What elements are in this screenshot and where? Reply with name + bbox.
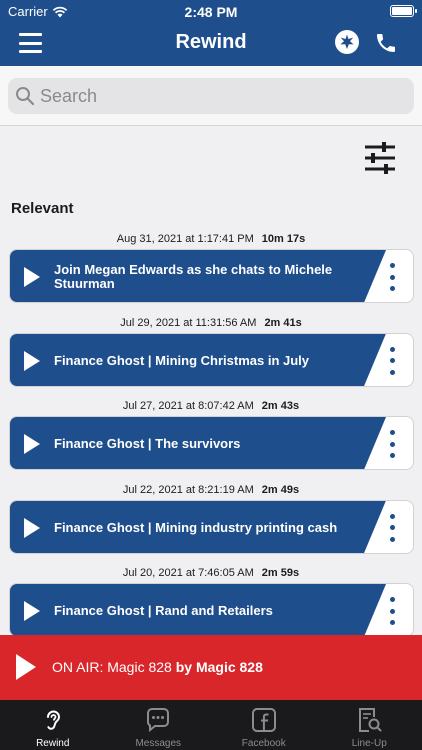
more-options-icon[interactable] — [380, 346, 404, 375]
status-bar: Carrier 2:48 PM — [0, 0, 422, 24]
episode-card[interactable]: Finance Ghost | Mining Christmas in July — [9, 332, 414, 387]
search-icon — [16, 87, 35, 106]
more-options-icon[interactable] — [380, 263, 404, 291]
filter-sliders-icon[interactable] — [362, 140, 398, 176]
item-date: Jul 27, 2021 at 8:07:42 AM — [122, 400, 254, 412]
battery-icon — [390, 5, 417, 17]
item-date: Jul 29, 2021 at 11:31:56 AM — [120, 316, 257, 329]
item-duration: 10m 17s — [261, 233, 306, 245]
item-meta: Jul 22, 2021 at 8:21:19 AM 2m 49s — [0, 484, 422, 496]
item-date: Aug 31, 2021 at 1:17:41 PM — [116, 233, 254, 245]
tab-facebook[interactable]: Facebook — [211, 700, 317, 750]
facebook-icon — [251, 708, 276, 732]
chat-bubble-icon — [147, 708, 170, 733]
list-item: Jul 20, 2021 at 7:46:05 AM 2m 59s Finance… — [0, 560, 422, 644]
more-options-icon[interactable] — [380, 597, 404, 625]
on-air-by: by Magic 828 — [175, 659, 263, 675]
star-badge-icon[interactable] — [335, 30, 359, 54]
episode-title: Join Megan Edwards as she chats to Miche… — [54, 262, 333, 291]
episode-card[interactable]: Join Megan Edwards as she chats to Miche… — [9, 249, 414, 303]
item-duration: 2m 43s — [261, 400, 300, 412]
on-air-text: ON AIR: Magic 828 by Magic 828 — [52, 659, 263, 675]
episode-card[interactable]: Finance Ghost | Rand and Retailers — [9, 583, 414, 637]
tab-bar: Rewind Messages Facebook Line-Up — [0, 700, 422, 750]
list-item: Jul 27, 2021 at 8:07:42 AM 2m 43s Finance… — [0, 393, 422, 477]
episode-card[interactable]: Finance Ghost | Mining industry printing… — [9, 499, 414, 554]
item-date: Jul 22, 2021 at 8:21:19 AM — [122, 483, 254, 496]
nav-bar: Rewind — [0, 24, 422, 66]
play-icon[interactable] — [24, 601, 40, 621]
item-duration: 2m 59s — [261, 567, 300, 579]
item-duration: 2m 41s — [264, 316, 302, 329]
episode-title: Finance Ghost | Mining industry printing… — [54, 519, 338, 535]
item-meta: Jul 20, 2021 at 7:46:05 AM 2m 59s — [0, 567, 422, 579]
more-options-icon[interactable] — [380, 513, 404, 542]
ear-icon — [46, 710, 60, 730]
tab-rewind[interactable]: Rewind — [0, 700, 106, 750]
episode-title: Finance Ghost | The survivors — [54, 436, 241, 451]
search-input[interactable]: Search — [8, 78, 414, 114]
list-item: Jul 22, 2021 at 8:21:19 AM 2m 49s Finance… — [0, 477, 422, 561]
search-area: Search — [0, 66, 422, 126]
search-placeholder: Search — [40, 86, 98, 106]
tab-label: Rewind — [36, 738, 70, 749]
item-meta: Aug 31, 2021 at 1:17:41 PM 10m 17s — [0, 233, 422, 245]
item-meta: Jul 27, 2021 at 8:07:42 AM 2m 43s — [0, 400, 422, 412]
on-air-bar[interactable]: ON AIR: Magic 828 by Magic 828 — [0, 635, 422, 700]
tab-line-up[interactable]: Line-Up — [317, 700, 422, 750]
episode-title: Finance Ghost | Rand and Retailers — [54, 603, 273, 618]
phone-icon[interactable] — [374, 31, 398, 55]
more-options-icon[interactable] — [380, 430, 404, 458]
list-item: Aug 31, 2021 at 1:17:41 PM 10m 17s Join M… — [0, 226, 422, 310]
episode-title: Finance Ghost | Mining Christmas in July — [54, 352, 310, 368]
section-title: Relevant — [11, 200, 74, 217]
play-icon[interactable] — [24, 434, 40, 454]
tab-messages[interactable]: Messages — [106, 700, 212, 750]
play-icon[interactable] — [16, 654, 36, 680]
play-icon[interactable] — [24, 350, 40, 371]
list-item: Jul 29, 2021 at 11:31:56 AM 2m 41s Financ… — [0, 310, 422, 394]
tab-label: Messages — [135, 738, 182, 749]
on-air-station: ON AIR: Magic 828 — [52, 659, 172, 675]
rewind-list: Aug 31, 2021 at 1:17:41 PM 10m 17s Join M… — [0, 226, 422, 644]
tab-label: Facebook — [241, 738, 286, 749]
play-icon[interactable] — [24, 517, 40, 538]
item-date: Jul 20, 2021 at 7:46:05 AM — [122, 567, 254, 579]
tab-label: Line-Up — [351, 738, 387, 749]
item-meta: Jul 29, 2021 at 11:31:56 AM 2m 41s — [0, 317, 422, 329]
play-icon[interactable] — [24, 267, 40, 287]
episode-card[interactable]: Finance Ghost | The survivors — [9, 416, 414, 470]
status-time: 2:48 PM — [184, 4, 238, 20]
lineup-search-icon — [359, 708, 382, 732]
item-duration: 2m 49s — [261, 483, 300, 496]
